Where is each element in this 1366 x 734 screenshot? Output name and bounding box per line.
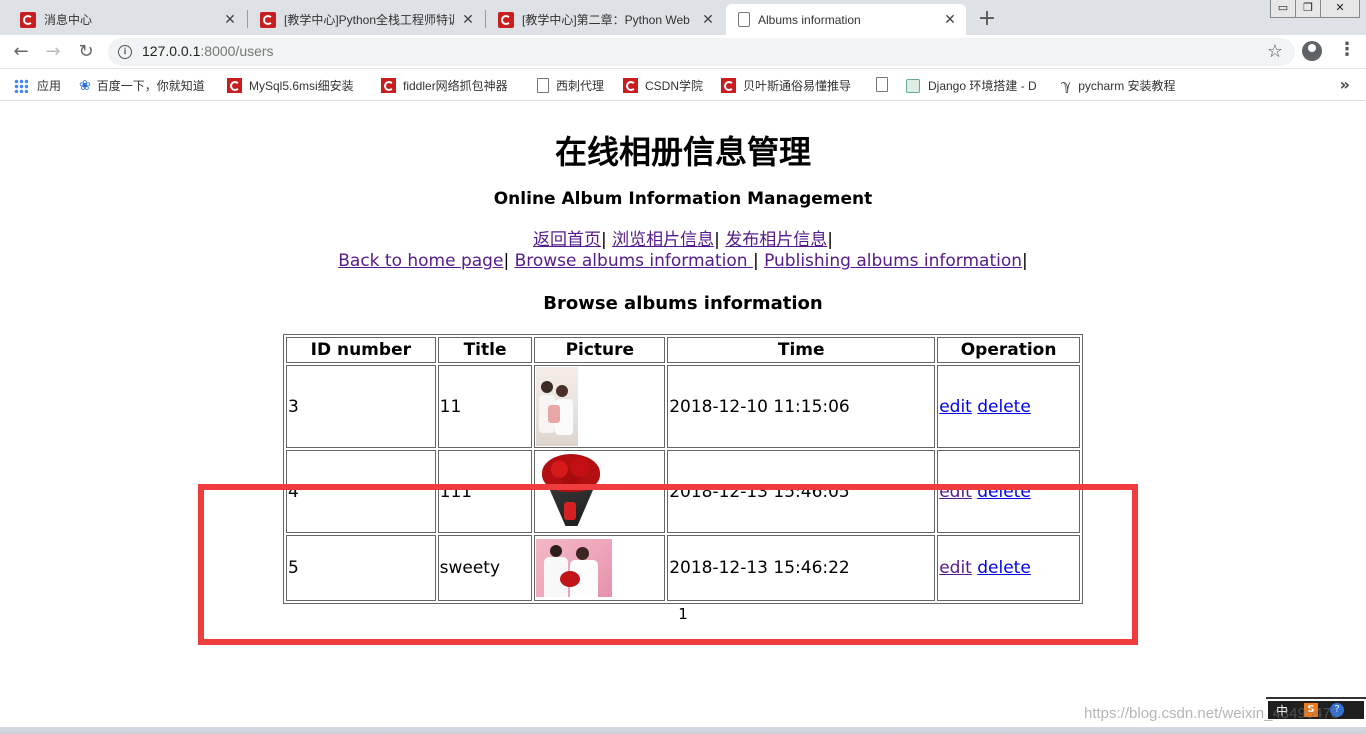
more-bookmarks-icon[interactable]: » — [1340, 75, 1350, 94]
tab-python-fullstack[interactable]: [教学中心]Python全栈工程师特训 ✕ — [248, 4, 484, 35]
forward-arrow-icon[interactable]: → — [42, 41, 64, 63]
window-close-button[interactable]: ✕ — [1320, 0, 1360, 18]
page-icon — [738, 12, 750, 27]
bookmark-label: 西刺代理 — [556, 79, 605, 93]
csdn-c-icon — [623, 78, 638, 93]
link-publish-cn[interactable]: 发布相片信息 — [725, 230, 827, 250]
tab-title: Albums information — [758, 12, 861, 27]
baidu-paw-icon: ❀ — [79, 77, 91, 93]
csdn-c-icon — [381, 78, 396, 93]
edit-link[interactable]: edit — [939, 397, 972, 417]
bookmark-apps[interactable]: 应用 — [14, 77, 61, 94]
bookmark-label: pycharm 安装教程 — [1078, 79, 1176, 93]
link-browse-en[interactable]: Browse albums information — [515, 251, 753, 271]
cell-time: 2018-12-10 11:15:06 — [667, 365, 936, 448]
nav-separator: | — [752, 251, 759, 271]
tab-albums-information[interactable]: Albums information ✕ — [726, 4, 966, 35]
restore-button[interactable]: ❐ — [1295, 0, 1321, 18]
apps-grid-icon — [14, 78, 28, 93]
column-header-time: Time — [667, 337, 936, 363]
bookmark-bayes[interactable]: 贝叶斯通俗易懂推导 — [721, 77, 851, 94]
globe-icon — [906, 78, 920, 93]
csdn-c-icon — [227, 78, 242, 93]
bookmark-mysql[interactable]: MySql5.6msi细安装 — [227, 77, 354, 94]
new-tab-button[interactable]: + — [976, 6, 998, 31]
tab-title: 消息中心 — [44, 13, 93, 27]
cell-title: 11 — [437, 365, 533, 448]
tab-title: [教学中心]Python全栈工程师特训 — [284, 13, 454, 27]
url-host: 127.0.0.1 — [142, 43, 201, 59]
page-subtitle: Online Album Information Management — [493, 189, 873, 209]
bookmark-label: Django 环境搭建 - D — [928, 79, 1037, 93]
nav-separator: | — [1022, 251, 1028, 271]
profile-avatar-icon[interactable] — [1302, 41, 1322, 61]
section-title: Browse albums information — [543, 293, 823, 314]
bookmark-csdn-academy[interactable]: CSDN学院 — [623, 77, 703, 94]
bookmark-fiddler[interactable]: fiddler网络抓包神器 — [381, 77, 508, 94]
bookmark-label: 贝叶斯通俗易懂推导 — [743, 79, 852, 93]
pycharm-icon: ℽ — [1061, 77, 1072, 93]
column-header-picture: Picture — [534, 337, 666, 363]
tab-message-center[interactable]: 消息中心 ✕ — [8, 4, 246, 35]
bookmark-django[interactable]: Django 环境搭建 - D — [906, 77, 1037, 94]
nav-separator: | — [600, 230, 607, 250]
nav-links-cn: 返回首页| 浏览相片信息| 发布相片信息| — [0, 230, 1366, 251]
tab-title: [教学中心]第二章：Python Web — [522, 13, 690, 27]
delete-link[interactable]: delete — [977, 397, 1031, 417]
page-title: 在线相册信息管理 — [554, 133, 811, 171]
nav-links-en: Back to home page| Browse albums informa… — [0, 251, 1366, 272]
family-photo — [536, 367, 579, 446]
column-header-operation: Operation — [937, 337, 1080, 363]
back-arrow-icon[interactable]: ← — [10, 41, 32, 63]
bookmark-label: 百度一下，你就知道 — [96, 79, 205, 93]
address-bar[interactable]: i 127.0.0.1:8000/users ☆ — [108, 38, 1295, 66]
csdn-c-icon — [20, 11, 36, 28]
table-row: 3 11 2018-12-10 11:15:06 edit delete — [286, 365, 1080, 448]
url-path: :8000/users — [200, 43, 274, 59]
nav-separator: | — [503, 251, 510, 271]
cell-picture — [534, 365, 666, 448]
link-browse-cn[interactable]: 浏览相片信息 — [612, 230, 714, 250]
column-header-id: ID number — [286, 337, 436, 363]
red-highlight-box — [198, 484, 1138, 645]
close-icon[interactable]: ✕ — [700, 12, 716, 28]
reload-icon[interactable]: ↻ — [75, 41, 97, 63]
bookmark-pycharm[interactable]: ℽ pycharm 安装教程 — [1061, 77, 1176, 94]
bookmark-label: 应用 — [37, 79, 62, 93]
minimize-button[interactable]: ▭ — [1270, 0, 1296, 18]
cell-id: 3 — [286, 365, 436, 448]
nav-separator: | — [827, 230, 833, 250]
bookmarks-bar: 应用 ❀ 百度一下，你就知道 MySql5.6msi细安装 fiddler网络抓… — [0, 69, 1366, 101]
bookmark-label: MySql5.6msi细安装 — [249, 79, 354, 93]
cell-operation: edit delete — [937, 365, 1080, 448]
menu-dots-icon[interactable]: ⋮ — [1338, 40, 1356, 60]
nav-separator: | — [714, 230, 720, 250]
page-icon — [876, 77, 888, 92]
bookmark-xici-proxy[interactable]: 西刺代理 — [537, 77, 604, 94]
csdn-c-icon — [721, 78, 736, 93]
bookmark-label: fiddler网络抓包神器 — [403, 79, 508, 93]
close-icon[interactable]: ✕ — [942, 12, 958, 28]
bookmark-baidu[interactable]: ❀ 百度一下，你就知道 — [79, 77, 205, 94]
taskbar — [0, 727, 1366, 734]
csdn-c-icon — [498, 11, 514, 28]
csdn-c-icon — [260, 11, 276, 28]
link-publish-en[interactable]: Publishing albums information — [764, 251, 1022, 271]
bookmark-label: CSDN学院 — [645, 79, 704, 93]
page-icon — [537, 78, 549, 93]
close-icon[interactable]: ✕ — [222, 12, 238, 28]
link-home-cn[interactable]: 返回首页 — [533, 230, 601, 250]
bookmark-star-icon[interactable]: ☆ — [1267, 41, 1283, 62]
browser-toolbar: ← → ↻ i 127.0.0.1:8000/users ☆ — [0, 35, 1366, 69]
table-header-row: ID number Title Picture Time Operation — [286, 337, 1080, 363]
bookmark-blank-page[interactable] — [876, 77, 895, 92]
address-url[interactable]: 127.0.0.1:8000/users — [142, 43, 274, 59]
watermark-text: https://blog.csdn.net/weixin_43495473 — [1084, 705, 1340, 722]
info-icon[interactable]: i — [118, 45, 132, 59]
tab-strip: 消息中心 ✕ [教学中心]Python全栈工程师特训 ✕ [教学中心]第二章：P… — [0, 0, 1366, 35]
tab-python-web[interactable]: [教学中心]第二章：Python Web ✕ — [486, 4, 724, 35]
link-home-en[interactable]: Back to home page — [338, 251, 503, 271]
close-icon[interactable]: ✕ — [460, 12, 476, 28]
column-header-title: Title — [437, 337, 533, 363]
